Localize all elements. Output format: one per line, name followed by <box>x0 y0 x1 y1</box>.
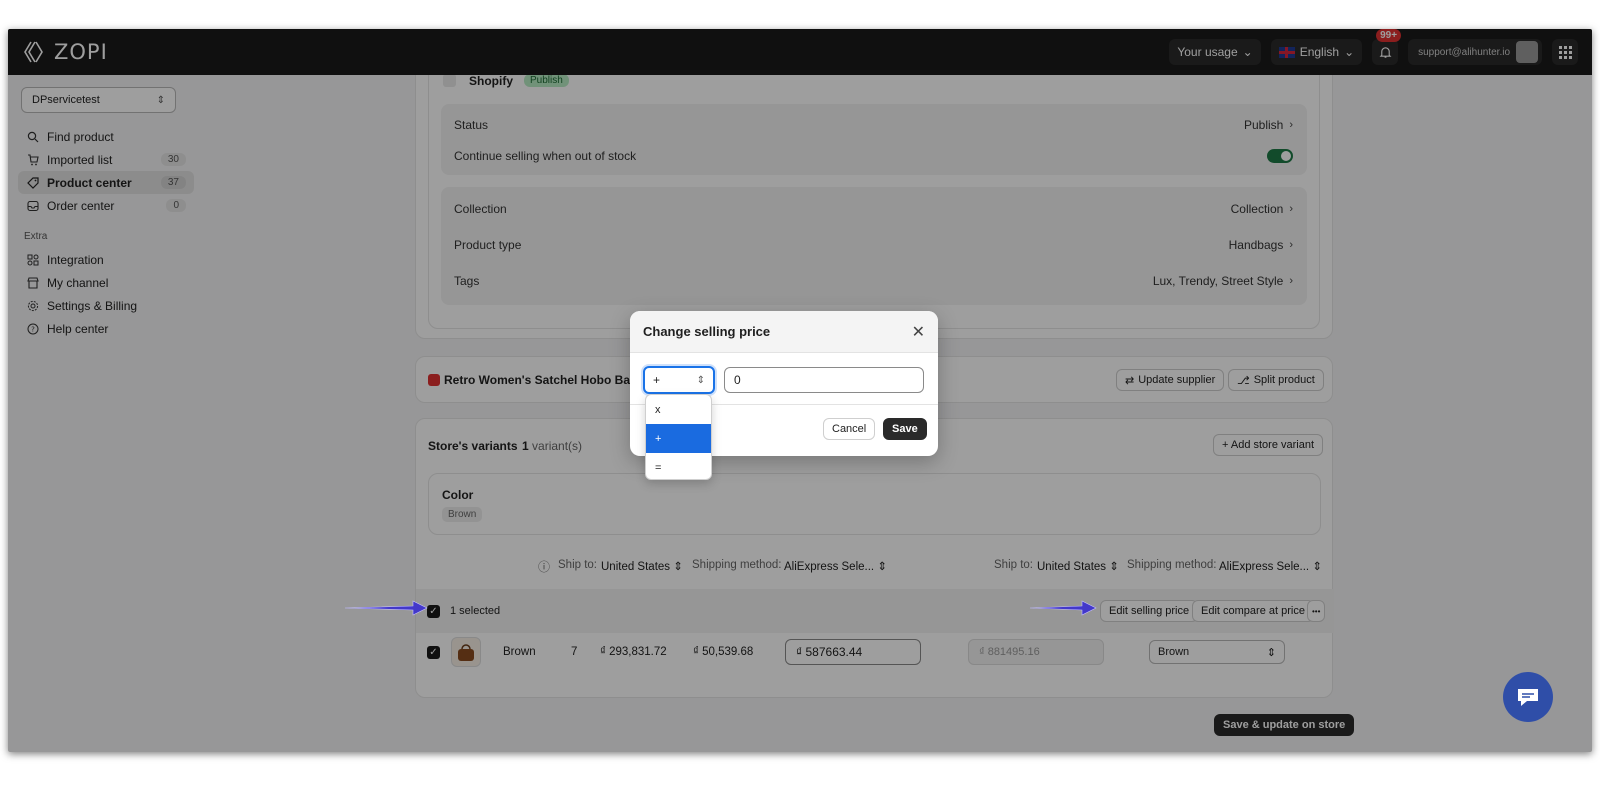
chat-icon <box>1518 689 1538 706</box>
close-icon[interactable]: ✕ <box>912 322 925 342</box>
operator-option-multiply[interactable]: x <box>646 395 711 424</box>
chevron-updown-icon: ⇕ <box>696 374 705 386</box>
operator-value: + <box>653 373 661 387</box>
annotation-arrow-edit-selling <box>1029 600 1097 616</box>
chat-button[interactable] <box>1503 672 1553 722</box>
annotation-arrow-select-all <box>344 600 428 616</box>
cancel-button[interactable]: Cancel <box>823 418 876 440</box>
dialog-header: Change selling price ✕ <box>630 311 938 353</box>
operator-dropdown: x + = <box>645 394 712 480</box>
operator-option-equals[interactable]: = <box>646 453 711 479</box>
operator-option-add[interactable]: + <box>646 424 711 453</box>
operator-select[interactable]: + ⇕ <box>643 366 715 394</box>
amount-input[interactable]: 0 <box>724 367 924 393</box>
dialog-title: Change selling price <box>643 324 771 339</box>
save-button[interactable]: Save <box>883 418 927 440</box>
